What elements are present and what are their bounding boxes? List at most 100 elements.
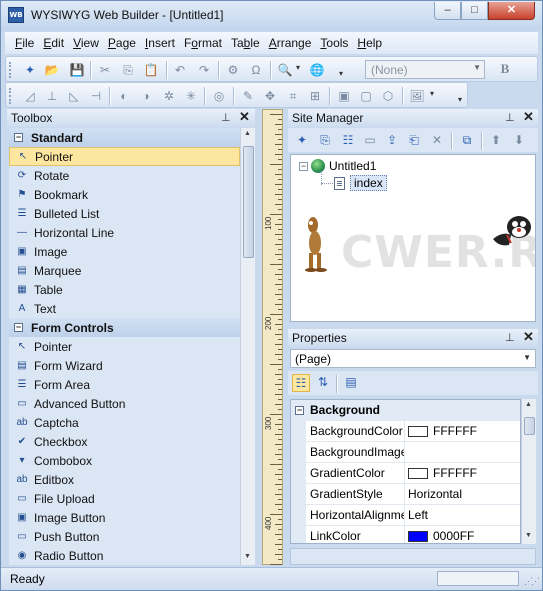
close-window-button[interactable]: ✕ [488, 2, 535, 20]
open-folder-icon[interactable]: 📂 [44, 62, 60, 78]
layer-icon[interactable]: ◎ [211, 88, 227, 104]
menu-edit[interactable]: Edit [43, 36, 64, 50]
property-value[interactable]: 0000FF [406, 526, 520, 543]
property-row[interactable]: BackgroundColor FFFFFF [291, 421, 520, 442]
scroll-down-icon[interactable]: ▼ [244, 553, 251, 560]
app-icon[interactable]: WB [8, 7, 24, 23]
preview-icon[interactable]: 🔍 [277, 62, 293, 78]
chevron-down-icon[interactable]: ▼ [473, 63, 481, 72]
object-selector[interactable]: (Page) ▼ [290, 349, 536, 368]
menu-tools[interactable]: Tools [320, 36, 348, 50]
group-icon[interactable]: ✲ [161, 88, 177, 104]
font-style-combo[interactable]: (None) ▼ [365, 60, 485, 79]
properties-scrollbar[interactable]: ▲ ▼ [521, 399, 536, 544]
color-swatch[interactable] [408, 467, 428, 479]
toolbox-item[interactable]: ↖ Pointer [9, 147, 240, 166]
collapse-icon[interactable]: − [14, 133, 23, 142]
toolbox-item[interactable]: ⚑ Bookmark [9, 185, 240, 204]
toolbox-category[interactable]: − Standard [9, 128, 240, 147]
align-left-icon[interactable]: ◿ [22, 88, 38, 104]
toolbox-item[interactable]: ab Editbox [9, 470, 240, 489]
maximize-button[interactable]: □ [461, 2, 488, 20]
menu-table[interactable]: Table [231, 36, 260, 50]
collapse-icon[interactable]: − [14, 323, 23, 332]
picture-icon[interactable]: 🖼 [409, 88, 425, 104]
resize-icon[interactable]: ✥ [262, 88, 278, 104]
property-row[interactable]: HorizontalAlignmentLeft [291, 505, 520, 526]
pin-icon[interactable]: ⊥ [221, 111, 231, 124]
image-map-icon[interactable]: ▢ [358, 88, 374, 104]
alphabetical-icon[interactable]: ⇅ [315, 374, 331, 390]
move-down-icon[interactable]: ⬇ [511, 132, 527, 148]
categorized-icon[interactable]: ☷ [292, 374, 310, 392]
toolbar-grip[interactable] [9, 88, 12, 104]
close-icon[interactable]: ✕ [523, 329, 534, 345]
menu-insert[interactable]: Insert [145, 36, 175, 50]
ungroup-icon[interactable]: ✳ [183, 88, 199, 104]
save-icon[interactable]: 💾 [69, 62, 85, 78]
toolbox-item[interactable]: ▣ Image [9, 242, 240, 261]
send-back-icon[interactable]: ◑ [138, 88, 154, 104]
toolbox-item[interactable]: ▭ Advanced Button [9, 394, 240, 413]
property-pages-icon[interactable]: ▤ [343, 374, 359, 390]
property-value[interactable]: FFFFFF [406, 463, 520, 483]
cut-icon[interactable]: ✂ [97, 62, 113, 78]
property-value[interactable]: Horizontal [406, 484, 520, 504]
color-swatch[interactable] [408, 425, 428, 437]
property-row[interactable]: GradientStyle Horizontal [291, 484, 520, 505]
collapse-icon[interactable]: − [299, 161, 308, 171]
scroll-thumb[interactable] [243, 146, 254, 258]
align-top-icon[interactable]: ⊣ [88, 88, 104, 104]
duplicate-icon[interactable]: ⎗ [406, 132, 422, 148]
toolbox-item[interactable]: ab Captcha [9, 413, 240, 432]
spell-check-icon[interactable]: ⚙ [225, 62, 241, 78]
menu-page[interactable]: Page [108, 36, 136, 50]
chevron-down-icon[interactable]: ▼ [523, 353, 531, 362]
menu-format[interactable]: Format [184, 36, 222, 50]
close-icon[interactable]: ✕ [523, 109, 534, 125]
toolbox-item[interactable]: ▾ Combobox [9, 451, 240, 470]
special-char-icon[interactable]: Ω [248, 62, 264, 78]
toolbox-item[interactable]: ◉ Radio Button [9, 546, 240, 565]
new-page-icon[interactable]: ✦ [22, 62, 38, 78]
toolbox-scrollbar[interactable]: ▲ ▼ [240, 128, 255, 565]
toolbox-item[interactable]: ▦ Table [9, 280, 240, 299]
property-row[interactable]: LinkColor 0000FF [291, 526, 520, 543]
toolbox-item[interactable]: ▤ Marquee [9, 261, 240, 280]
new-page-icon[interactable]: ✦ [294, 132, 310, 148]
export-icon[interactable]: ⇪ [384, 132, 400, 148]
chevron-down-icon[interactable]: ▾ [296, 63, 300, 72]
tree-page-node[interactable]: index [334, 175, 387, 191]
toolbox-category[interactable]: − Form Controls [9, 318, 240, 337]
scroll-up-icon[interactable]: ▲ [525, 401, 532, 408]
toolbox-item[interactable]: ✔ Checkbox [9, 432, 240, 451]
move-up-icon[interactable]: ⬆ [488, 132, 504, 148]
toolbar-grip[interactable] [9, 62, 12, 78]
add-page-icon[interactable]: ⎘ [317, 132, 333, 148]
toolbox-item[interactable]: ⟳ Rotate [9, 166, 240, 185]
toolbox-item[interactable]: ― Horizontal Line [9, 223, 240, 242]
toolbox-item[interactable]: ▭ File Upload [9, 489, 240, 508]
menu-help[interactable]: Help [357, 36, 382, 50]
crop-icon[interactable]: ⌗ [285, 88, 301, 104]
toolbox-item[interactable]: ▣ Image Button [9, 508, 240, 527]
bold-button[interactable]: B [496, 61, 514, 79]
paste-icon[interactable]: 📋 [143, 62, 159, 78]
scroll-thumb[interactable] [524, 417, 535, 435]
scroll-up-icon[interactable]: ▲ [244, 130, 251, 137]
chevron-down-icon[interactable]: ▾ [430, 89, 434, 98]
toolbox-item[interactable]: ↖ Pointer [9, 337, 240, 356]
toolbox-item[interactable]: ▭ Push Button [9, 527, 240, 546]
form-icon[interactable]: ▣ [336, 88, 352, 104]
property-row[interactable]: BackgroundImage [291, 442, 520, 463]
shape-icon[interactable]: ⬡ [380, 88, 396, 104]
copy-icon[interactable]: ⎘ [120, 62, 136, 78]
close-icon[interactable]: ✕ [239, 109, 250, 125]
menu-file[interactable]: File [15, 36, 34, 50]
menu-arrange[interactable]: Arrange [269, 36, 312, 50]
toolbox-item[interactable]: ▤ Form Wizard [9, 356, 240, 375]
minimize-button[interactable]: – [434, 2, 461, 20]
menu-view[interactable]: View [73, 36, 99, 50]
site-properties-icon[interactable]: ⧉ [459, 132, 475, 148]
redo-icon[interactable]: ↷ [196, 62, 212, 78]
